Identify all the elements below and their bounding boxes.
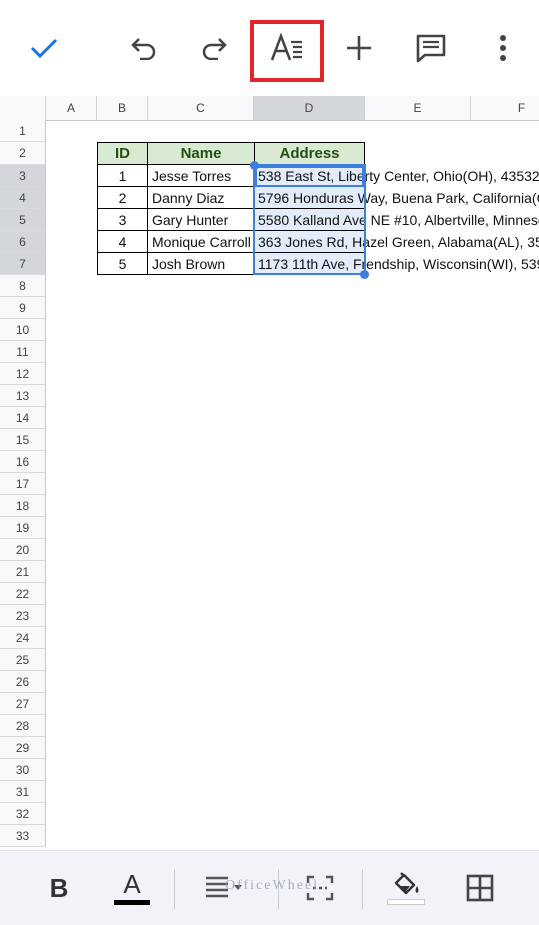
- row-header-25[interactable]: 25: [0, 649, 46, 671]
- row-header-13[interactable]: 13: [0, 385, 46, 407]
- row-header-10[interactable]: 10: [0, 319, 46, 341]
- cell-name[interactable]: Gary Hunter: [147, 208, 255, 231]
- paint-bucket-icon: [394, 872, 419, 895]
- cell-id[interactable]: 4: [97, 230, 148, 253]
- format-toolbar: B A OfficeWheel: [0, 850, 539, 925]
- undo-icon: [131, 38, 156, 60]
- cell-name[interactable]: Monique Carroll: [147, 230, 255, 253]
- row-header-7[interactable]: 7: [0, 253, 46, 275]
- toolbar-divider: [174, 869, 175, 909]
- cell-address[interactable]: 538 East St, Liberty Center, Ohio(OH), 4…: [254, 164, 539, 187]
- fill-color-swatch: [387, 899, 425, 905]
- column-header-f[interactable]: F: [471, 96, 539, 120]
- undo-button[interactable]: [116, 18, 172, 78]
- cell-name[interactable]: Jesse Torres: [147, 164, 255, 187]
- row-header-12[interactable]: 12: [0, 363, 46, 385]
- header-cell-id[interactable]: ID: [97, 142, 148, 165]
- spreadsheet-grid[interactable]: A B C D E F 1 2 3 4 5 6 7 8 9 10 11 12 1…: [0, 96, 539, 850]
- header-cell-address[interactable]: Address: [254, 142, 365, 165]
- row-header-5[interactable]: 5: [0, 209, 46, 231]
- comment-icon: [416, 34, 446, 63]
- text-color-button[interactable]: A: [110, 865, 154, 911]
- row-header-15[interactable]: 15: [0, 429, 46, 451]
- column-header-bar: A B C D E F: [0, 96, 539, 121]
- fill-color-button[interactable]: [384, 865, 428, 911]
- toolbar-divider: [362, 869, 363, 909]
- row-header-20[interactable]: 20: [0, 539, 46, 561]
- row-header-30[interactable]: 30: [0, 759, 46, 781]
- text-color-letter: A: [123, 869, 141, 899]
- redo-button[interactable]: [186, 18, 242, 78]
- row-header-11[interactable]: 11: [0, 341, 46, 363]
- row-header-21[interactable]: 21: [0, 561, 46, 583]
- row-header-2[interactable]: 2: [0, 142, 46, 165]
- row-header-32[interactable]: 32: [0, 803, 46, 825]
- row-header-14[interactable]: 14: [0, 407, 46, 429]
- row-header-17[interactable]: 17: [0, 473, 46, 495]
- cell-id[interactable]: 3: [97, 208, 148, 231]
- row-header-16[interactable]: 16: [0, 451, 46, 473]
- cell-address[interactable]: 5796 Honduras Way, Buena Park, Californi…: [254, 186, 539, 209]
- cell-id[interactable]: 2: [97, 186, 148, 209]
- comment-button[interactable]: [403, 18, 459, 78]
- header-cell-name[interactable]: Name: [147, 142, 255, 165]
- row-header-23[interactable]: 23: [0, 605, 46, 627]
- insert-button[interactable]: [331, 18, 387, 78]
- row-header-29[interactable]: 29: [0, 737, 46, 759]
- cell-address[interactable]: 1173 11th Ave, Frendship, Wisconsin(WI),…: [254, 252, 539, 275]
- row-header-8[interactable]: 8: [0, 275, 46, 297]
- redo-icon: [202, 38, 227, 60]
- watermark: OfficeWheel: [225, 878, 320, 893]
- column-header-b[interactable]: B: [97, 96, 148, 120]
- plus-icon: [347, 36, 371, 60]
- column-header-e[interactable]: E: [365, 96, 471, 120]
- bold-button[interactable]: B: [44, 865, 74, 911]
- row-header-9[interactable]: 9: [0, 297, 46, 319]
- cell-id[interactable]: 5: [97, 252, 148, 275]
- highlight-box: [250, 20, 324, 82]
- column-header-a[interactable]: A: [46, 96, 97, 120]
- borders-button[interactable]: [460, 865, 500, 911]
- row-header-19[interactable]: 19: [0, 517, 46, 539]
- done-checkmark-button[interactable]: [16, 18, 72, 78]
- row-header-6[interactable]: 6: [0, 231, 46, 253]
- row-header-3[interactable]: 3: [0, 165, 46, 187]
- cell-id[interactable]: 1: [97, 164, 148, 187]
- selection-handle-bottom[interactable]: [360, 270, 369, 279]
- cell-name[interactable]: Josh Brown: [147, 252, 255, 275]
- row-header-1[interactable]: 1: [0, 120, 46, 142]
- row-header-22[interactable]: 22: [0, 583, 46, 605]
- text-color-swatch: [114, 900, 150, 905]
- more-options-button[interactable]: [475, 18, 531, 78]
- check-icon: [30, 38, 58, 59]
- row-header-33[interactable]: 33: [0, 825, 46, 847]
- row-header-27[interactable]: 27: [0, 693, 46, 715]
- cell-address[interactable]: 363 Jones Rd, Hazel Green, Alabama(AL), …: [254, 230, 539, 253]
- top-toolbar: [0, 0, 539, 96]
- select-all-corner[interactable]: [0, 96, 46, 120]
- row-header-24[interactable]: 24: [0, 627, 46, 649]
- more-vert-icon: [500, 35, 506, 61]
- row-header-31[interactable]: 31: [0, 781, 46, 803]
- row-header-28[interactable]: 28: [0, 715, 46, 737]
- cell-name[interactable]: Danny Diaz: [147, 186, 255, 209]
- row-header-18[interactable]: 18: [0, 495, 46, 517]
- column-header-d[interactable]: D: [254, 96, 365, 120]
- cell-address[interactable]: 5580 Kalland Ave NE #10, Albertville, Mi…: [254, 208, 539, 231]
- column-header-c[interactable]: C: [148, 96, 254, 120]
- row-header-26[interactable]: 26: [0, 671, 46, 693]
- row-header-4[interactable]: 4: [0, 187, 46, 209]
- borders-icon: [466, 874, 494, 902]
- selection-handle-top[interactable]: [250, 161, 259, 170]
